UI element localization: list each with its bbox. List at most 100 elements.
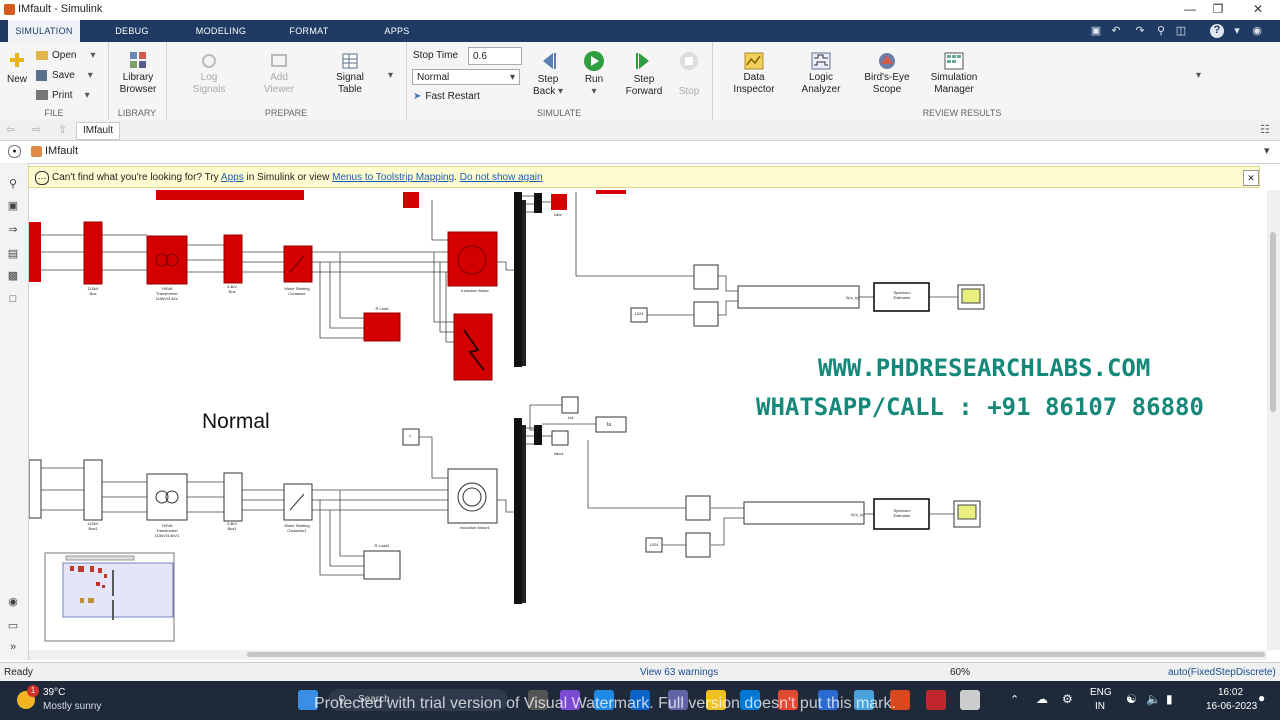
logic-analyzer-button[interactable]: Logic Analyzer	[796, 52, 846, 96]
notification-icon[interactable]: ●	[1258, 691, 1265, 705]
print-button[interactable]: Print ▾	[36, 90, 102, 102]
undo-icon[interactable]: ↶	[1109, 24, 1123, 38]
search-icon[interactable]: ⚲	[1154, 24, 1168, 38]
buffer-top-2	[693, 301, 719, 327]
camera-icon[interactable]: ◉	[6, 595, 20, 609]
tab-format[interactable]: FORMAT	[276, 20, 342, 42]
birds-eye-icon	[879, 53, 895, 69]
model-icon	[31, 146, 42, 157]
chevron-down-icon[interactable]: ▾	[1230, 24, 1244, 38]
vertical-scroll-thumb[interactable]	[1270, 232, 1276, 412]
onedrive-icon[interactable]: ☁	[1036, 692, 1048, 706]
review-gallery-chevron-icon[interactable]: ▾	[1196, 70, 1201, 81]
model-tab[interactable]: IMfault	[76, 122, 121, 140]
window-icon[interactable]: ◫	[1174, 24, 1188, 38]
warnings-link[interactable]: View 63 warnings	[640, 667, 718, 678]
watermark-phone: WHATSAPP/CALL : +91 86107 86880	[756, 393, 1204, 421]
bus-3.4kv-bottom	[223, 472, 243, 522]
run-button[interactable]: Run ▾	[576, 50, 612, 98]
label-one-bottom: 1	[408, 433, 412, 438]
label-const-top: 1024	[634, 311, 644, 316]
zoom-level: 60%	[950, 667, 971, 678]
log-signals-button[interactable]: Log Signals	[188, 52, 230, 96]
simulation-manager-button[interactable]: Simulation Manager	[926, 52, 982, 96]
step-back-button[interactable]: Step Back ▾	[530, 50, 566, 98]
group-prepare: Log Signals Add Viewer Signal Table ▾ PREPA…	[166, 42, 407, 120]
volume-icon[interactable]: 🔈	[1146, 692, 1161, 706]
back-arrow-icon[interactable]: ⇦	[6, 123, 15, 136]
library-browser-button[interactable]: Library Browser	[116, 50, 160, 96]
prepare-caption: PREPARE	[264, 108, 308, 118]
address-chevron-icon[interactable]: ▾	[1264, 144, 1270, 157]
lang-2[interactable]: IN	[1095, 701, 1105, 712]
annotation-icon[interactable]: ▤	[6, 247, 20, 261]
clock-date[interactable]: 16-06-2023	[1206, 701, 1257, 712]
tab-debug[interactable]: DEBUG	[100, 20, 164, 42]
tray-chevron-icon[interactable]: ⌃	[1010, 693, 1019, 706]
printer-icon	[36, 90, 48, 101]
folder-icon	[36, 50, 48, 60]
apps-link[interactable]: Apps	[221, 172, 244, 183]
lang-1[interactable]: ENG	[1090, 687, 1112, 698]
signal-table-button[interactable]: Signal Table	[328, 52, 372, 96]
horizontal-scrollbar[interactable]	[29, 650, 1267, 660]
simulation-mode-select[interactable]: Normal ▾	[412, 69, 520, 85]
network-status-icon[interactable]: ⚙	[1062, 692, 1073, 706]
redo-icon[interactable]: ↷	[1133, 24, 1147, 38]
save-button[interactable]: Save ▾	[36, 70, 102, 82]
tab-apps[interactable]: APPS	[364, 20, 430, 42]
model-canvas[interactable]: Normal WWW.PHDRESEARCHLABS.COM WHATSAPP/…	[29, 190, 1267, 650]
property-icon[interactable]: ▭	[6, 619, 20, 633]
image-icon[interactable]: ▩	[6, 269, 20, 283]
model-path[interactable]: IMfault	[45, 145, 78, 157]
prepare-gallery-chevron-icon[interactable]: ▾	[388, 70, 393, 81]
battery-icon[interactable]: ▮	[1166, 692, 1173, 706]
vertical-scrollbar[interactable]	[1267, 190, 1280, 650]
stop-button[interactable]: Stop	[674, 50, 704, 98]
label-motor-top: Induction Motor	[461, 288, 489, 293]
label-spectrum-top: Spectrum Estimator	[893, 290, 911, 300]
more-tools-icon[interactable]: »	[6, 641, 20, 655]
iabc1-scope	[551, 430, 569, 446]
label-xk-top: X(m_k)	[845, 295, 859, 300]
data-inspector-button[interactable]: Data Inspector	[726, 52, 782, 96]
tab-modeling[interactable]: MODELING	[186, 20, 256, 42]
fit-view-icon[interactable]: ▣	[6, 199, 20, 213]
expand-icon[interactable]: ☷	[1260, 123, 1270, 136]
horizontal-scroll-thumb[interactable]	[247, 652, 1265, 657]
app-icon-12[interactable]	[926, 690, 946, 710]
fast-restart-button[interactable]: ➤ Fast Restart	[413, 91, 480, 102]
weather-badge: 1	[27, 685, 39, 697]
stop-time-input[interactable]: 0.6	[468, 47, 522, 65]
induction-motor-top	[447, 231, 498, 287]
area-icon[interactable]: □	[6, 293, 20, 307]
open-button[interactable]: Open ▾	[36, 50, 102, 62]
open-label: Open	[52, 50, 77, 61]
add-viewer-button[interactable]: Add Viewer	[258, 52, 300, 96]
wifi-icon[interactable]: ☯	[1126, 692, 1137, 706]
new-button[interactable]: New	[5, 50, 29, 86]
hide-show-explorer-icon[interactable]: ●	[8, 145, 21, 158]
close-icon[interactable]: ✕	[1248, 2, 1268, 18]
source-block-bottom	[29, 459, 42, 519]
dont-show-link[interactable]: Do not show again	[460, 172, 543, 183]
save-quick-icon[interactable]: ▣	[1089, 24, 1103, 38]
help-icon[interactable]: ?	[1210, 24, 1224, 38]
arrow-right-icon[interactable]: ⇒	[6, 223, 20, 237]
source-block-top	[29, 222, 41, 282]
minimize-icon[interactable]: —	[1180, 2, 1200, 18]
maximize-icon[interactable]: ❐	[1208, 2, 1228, 18]
collapse-ribbon-icon[interactable]: ◉	[1250, 24, 1264, 38]
app-icon-13[interactable]	[960, 690, 980, 710]
birds-eye-scope-button[interactable]: Bird's-Eye Scope	[860, 52, 914, 96]
zoom-icon[interactable]: ⚲	[6, 177, 20, 191]
up-arrow-icon[interactable]: ⇧	[58, 123, 67, 136]
status-bar: Ready View 63 warnings 60% auto(FixedSte…	[0, 662, 1280, 682]
forward-arrow-icon[interactable]: ⇨	[32, 123, 41, 136]
solver-link[interactable]: auto(FixedStepDiscrete)	[1168, 667, 1276, 678]
banner-close-icon[interactable]: ✕	[1243, 170, 1259, 186]
menus-mapping-link[interactable]: Menus to Toolstrip Mapping	[332, 172, 454, 183]
clock-time[interactable]: 16:02	[1218, 687, 1243, 698]
step-forward-button[interactable]: Step Forward	[624, 50, 664, 98]
tab-simulation[interactable]: SIMULATION	[8, 20, 80, 42]
